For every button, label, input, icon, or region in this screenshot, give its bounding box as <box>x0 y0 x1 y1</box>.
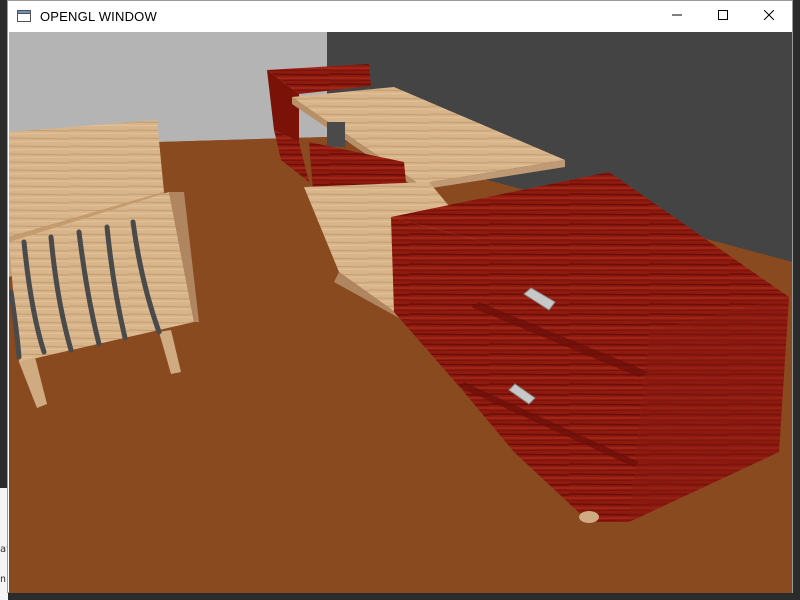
window-title: OPENGL WINDOW <box>40 8 157 24</box>
maximize-icon <box>718 7 728 25</box>
window-controls <box>654 1 792 31</box>
rendered-room-scene <box>9 32 792 593</box>
window-app-icon <box>16 8 32 24</box>
maximize-button[interactable] <box>700 1 746 31</box>
console-fragment: n <box>0 574 7 585</box>
minimize-icon <box>672 7 682 25</box>
opengl-window: OPENGL WINDOW <box>7 0 793 593</box>
opengl-render-viewport[interactable] <box>9 32 792 593</box>
close-button[interactable] <box>746 1 792 31</box>
title-bar[interactable]: OPENGL WINDOW <box>8 1 792 31</box>
close-icon <box>763 7 775 25</box>
minimize-button[interactable] <box>654 1 700 31</box>
